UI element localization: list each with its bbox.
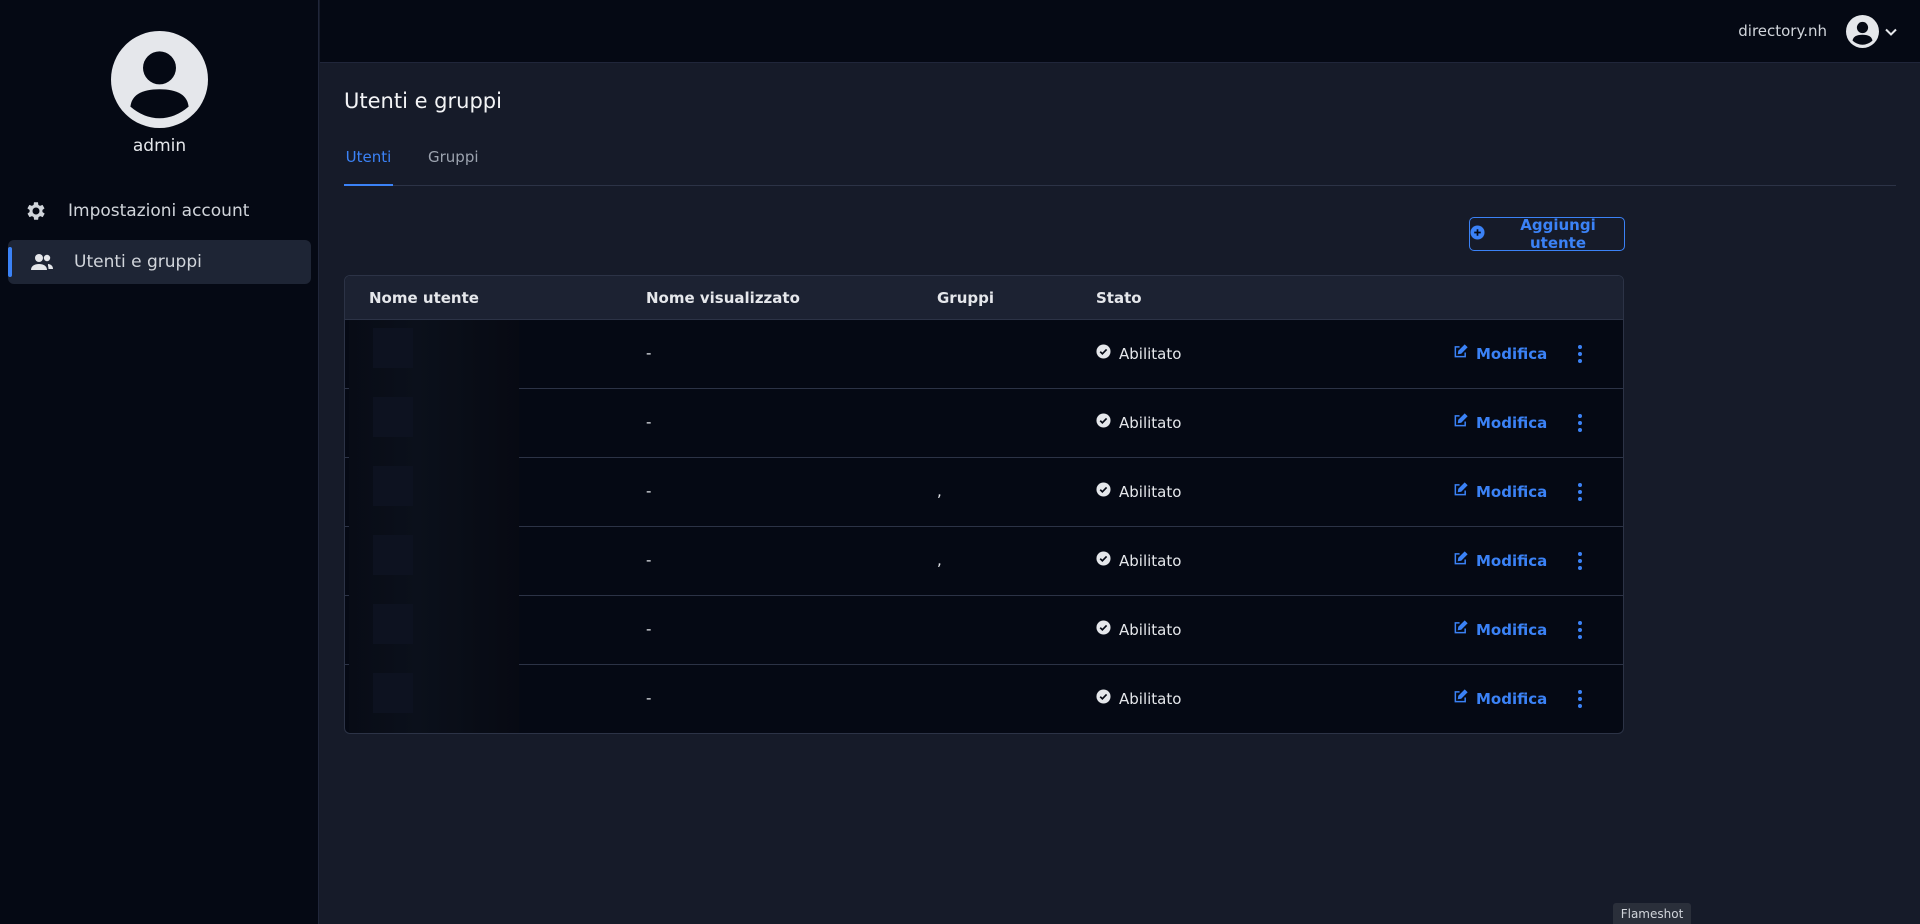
column-header-groups: Gruppi: [937, 289, 995, 307]
tab-bar: Utenti Gruppi: [344, 140, 1896, 186]
edit-label: Modifica: [1476, 620, 1548, 639]
edit-label: Modifica: [1476, 689, 1548, 708]
groups-cell: ,: [937, 482, 942, 500]
edit-label: Modifica: [1476, 482, 1548, 501]
sidebar-item-users-groups[interactable]: Utenti e gruppi: [8, 240, 311, 284]
check-circle-icon: [1096, 413, 1111, 432]
status-label: Abilitato: [1119, 413, 1182, 432]
sidebar-username: admin: [132, 136, 187, 156]
edit-icon: [1453, 482, 1468, 501]
edit-label: Modifica: [1476, 344, 1548, 363]
chevron-down-icon[interactable]: [1884, 24, 1898, 38]
status-badge: Abilitato: [1096, 689, 1181, 708]
edit-button[interactable]: Modifica: [1453, 482, 1547, 501]
status-badge: Abilitato: [1096, 413, 1181, 432]
edit-icon: [1453, 344, 1468, 363]
more-options-icon[interactable]: [1573, 412, 1587, 434]
more-options-icon[interactable]: [1573, 343, 1587, 365]
column-header-display-name: Nome visualizzato: [646, 289, 800, 307]
tab-groups[interactable]: Gruppi: [428, 148, 479, 186]
status-badge: Abilitato: [1096, 344, 1181, 363]
status-badge: Abilitato: [1096, 482, 1181, 501]
sidebar-item-label: Utenti e gruppi: [74, 252, 202, 272]
redacted-username: [349, 320, 519, 389]
redacted-username: [349, 527, 519, 596]
edit-icon: [1453, 620, 1468, 639]
gear-icon: [22, 197, 50, 225]
more-options-icon[interactable]: [1573, 619, 1587, 641]
plus-circle-icon: [1470, 224, 1485, 244]
display-name-cell: -: [646, 482, 652, 500]
table-row: -, Abilitato Modifica: [345, 458, 1623, 527]
edit-button[interactable]: Modifica: [1453, 620, 1547, 639]
status-label: Abilitato: [1119, 344, 1182, 363]
check-circle-icon: [1096, 482, 1111, 501]
page-title: Utenti e gruppi: [344, 89, 502, 113]
status-label: Abilitato: [1119, 689, 1182, 708]
sidebar: admin Impostazioni account Utenti e grup…: [0, 0, 319, 924]
sidebar-item-account-settings[interactable]: Impostazioni account: [8, 189, 311, 233]
edit-button[interactable]: Modifica: [1453, 689, 1547, 708]
table-row: -, Abilitato Modifica: [345, 527, 1623, 596]
status-label: Abilitato: [1119, 551, 1182, 570]
edit-button[interactable]: Modifica: [1453, 413, 1547, 432]
tab-users[interactable]: Utenti: [344, 148, 393, 186]
edit-label: Modifica: [1476, 551, 1548, 570]
domain-label: directory.nh: [1738, 22, 1827, 40]
account-avatar-icon[interactable]: [1846, 15, 1879, 48]
table-row: - Abilitato Modifica: [345, 320, 1623, 389]
table-row: - Abilitato Modifica: [345, 665, 1623, 733]
users-icon: [28, 248, 56, 276]
redacted-username: [349, 665, 519, 733]
check-circle-icon: [1096, 551, 1111, 570]
check-circle-icon: [1096, 689, 1111, 708]
column-header-status: Stato: [1096, 289, 1142, 307]
sidebar-item-label: Impostazioni account: [68, 201, 250, 221]
edit-button[interactable]: Modifica: [1453, 344, 1547, 363]
display-name-cell: -: [646, 344, 652, 362]
more-options-icon[interactable]: [1573, 550, 1587, 572]
check-circle-icon: [1096, 344, 1111, 363]
status-badge: Abilitato: [1096, 620, 1181, 639]
top-bar: directory.nh: [320, 0, 1920, 63]
flameshot-label: Flameshot: [1613, 903, 1691, 924]
add-user-label: Aggiungi utente: [1520, 216, 1596, 252]
edit-icon: [1453, 689, 1468, 708]
add-user-button[interactable]: Aggiungi utente: [1469, 216, 1625, 252]
more-options-icon[interactable]: [1573, 688, 1587, 710]
users-table: Nome utente Nome visualizzato Gruppi Sta…: [344, 275, 1624, 734]
edit-button[interactable]: Modifica: [1453, 551, 1547, 570]
display-name-cell: -: [646, 689, 652, 707]
edit-label: Modifica: [1476, 413, 1548, 432]
edit-icon: [1453, 551, 1468, 570]
status-label: Abilitato: [1119, 620, 1182, 639]
column-header-username: Nome utente: [369, 289, 479, 307]
table-row: - Abilitato Modifica: [345, 596, 1623, 665]
display-name-cell: -: [646, 551, 652, 569]
check-circle-icon: [1096, 620, 1111, 639]
status-badge: Abilitato: [1096, 551, 1181, 570]
display-name-cell: -: [646, 413, 652, 431]
redacted-username: [349, 389, 519, 458]
groups-cell: ,: [937, 551, 942, 569]
table-row: - Abilitato Modifica: [345, 389, 1623, 458]
display-name-cell: -: [646, 620, 652, 638]
user-avatar-icon: [111, 31, 208, 128]
redacted-username: [349, 596, 519, 665]
status-label: Abilitato: [1119, 482, 1182, 501]
table-header: Nome utente Nome visualizzato Gruppi Sta…: [345, 276, 1623, 320]
more-options-icon[interactable]: [1573, 481, 1587, 503]
redacted-username: [349, 458, 519, 527]
edit-icon: [1453, 413, 1468, 432]
